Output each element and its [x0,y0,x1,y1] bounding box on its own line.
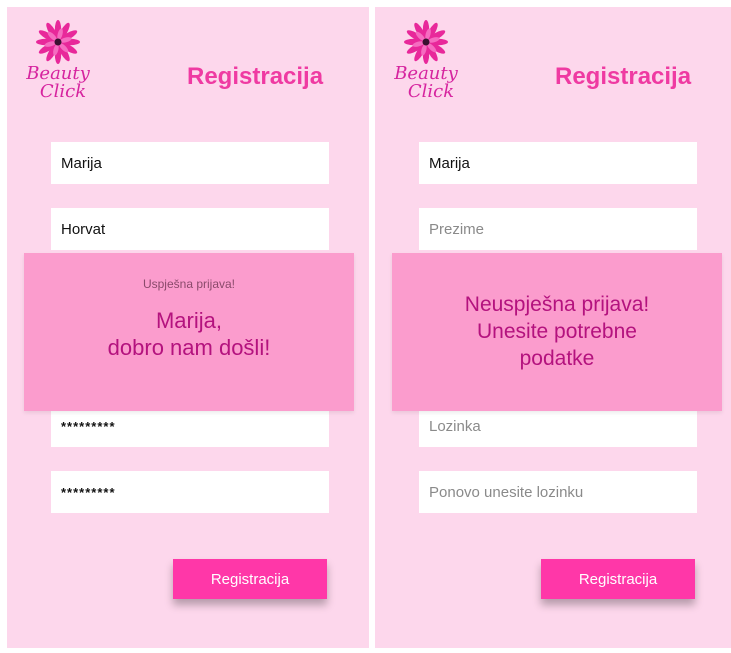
flower-icon [404,20,448,64]
last-name-input[interactable]: Horvat [51,208,329,250]
page-title: Registracija [555,63,692,90]
beauty-click-logo: Beauty Click [389,19,463,103]
logo-wordmark: Beauty Click [389,65,463,101]
password-repeat-input[interactable]: ********* [51,471,329,513]
success-message-overlay: Uspješna prijava! Marija, dobro nam došl… [24,253,354,411]
success-status-text: Uspješna prijava! [142,277,236,291]
welcome-line-1: Marija, [155,308,222,333]
error-message-overlay: Neuspješna prijava! Unesite potrebne pod… [392,253,722,411]
first-name-input[interactable]: Marija [419,142,697,184]
error-line-3: podatke [519,347,595,370]
error-message: Neuspješna prijava! Unesite potrebne pod… [392,253,722,372]
page-title: Registracija [187,63,324,90]
password-repeat-input[interactable]: Ponovo unesite lozinku [419,471,697,513]
registration-screen-error: Beauty Click Registracija Marija Prezime… [375,7,731,648]
register-button[interactable]: Registracija [173,559,327,599]
logo-text-click: Click [407,81,455,102]
registration-screen-success: Beauty Click Registracija Marija Horvat … [7,7,369,648]
last-name-input[interactable]: Prezime [419,208,697,250]
welcome-line-2: dobro nam došli! [107,335,271,360]
register-button[interactable]: Registracija [541,559,695,599]
beauty-click-logo: Beauty Click [21,19,95,103]
logo-wordmark: Beauty Click [21,65,95,101]
welcome-message: Marija, dobro nam došli! [24,307,354,361]
logo-text-click: Click [39,81,87,102]
password-input[interactable]: Lozinka [419,405,697,447]
error-line-2: Unesite potrebne [477,320,637,343]
first-name-input[interactable]: Marija [51,142,329,184]
error-line-1: Neuspješna prijava! [464,293,650,316]
password-input[interactable]: ********* [51,405,329,447]
flower-icon [36,20,80,64]
